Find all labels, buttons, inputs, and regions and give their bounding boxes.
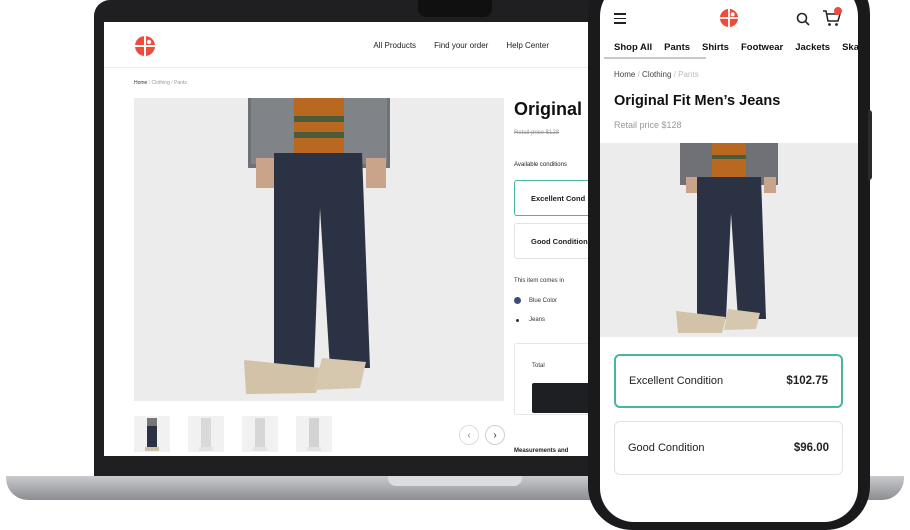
breadcrumb-home[interactable]: Home: [134, 80, 147, 86]
add-to-cart-button[interactable]: [532, 383, 594, 413]
desktop-nav: All Products Find your order Help Center: [373, 41, 549, 50]
breadcrumb-home[interactable]: Home: [614, 70, 635, 79]
nav-all-products[interactable]: All Products: [373, 41, 416, 50]
breadcrumb-pants[interactable]: Pants: [678, 70, 698, 79]
condition-label: Good Condition: [628, 442, 705, 454]
condition-price: $96.00: [793, 442, 829, 454]
condition-label: Excellent Condition: [629, 375, 724, 387]
product-hero-image: [134, 98, 504, 401]
breadcrumb: Home / Clothing / Pants: [134, 80, 187, 86]
breadcrumb: Home / Clothing / Pants: [614, 70, 699, 79]
tabs-scroll-indicator: [604, 57, 706, 59]
condition-good-option[interactable]: Good Condition $96.00: [614, 421, 843, 475]
laptop-camera-notch: [418, 0, 492, 17]
condition-label: Excellent Cond: [531, 193, 586, 203]
hamburger-menu-icon[interactable]: [614, 13, 626, 27]
condition-excellent-option[interactable]: Excellent Cond: [514, 180, 594, 216]
prev-arrow-icon[interactable]: ‹: [459, 425, 479, 445]
breadcrumb-clothing[interactable]: Clothing: [642, 70, 671, 79]
comes-in-label: This item comes in: [514, 278, 565, 284]
feature-blue-color: Blue Color: [514, 297, 557, 304]
category-tabs: Shop All Pants Shirts Footwear Jackets S…: [614, 42, 858, 53]
condition-good-option[interactable]: Good Condition: [514, 223, 594, 259]
product-hero-image: [600, 143, 858, 337]
feature-jeans: Jeans: [514, 317, 545, 323]
thumbnail-2[interactable]: [188, 416, 224, 452]
tab-shop-all[interactable]: Shop All: [614, 42, 652, 53]
measurements-heading: Measurements and: [514, 448, 569, 454]
header-divider: [104, 67, 594, 68]
product-title: Original: [514, 99, 583, 119]
breadcrumb-clothing[interactable]: Clothing: [152, 80, 170, 86]
breadcrumb-pants[interactable]: Pants: [174, 80, 187, 86]
desktop-page: All Products Find your order Help Center…: [104, 22, 594, 456]
available-conditions-label: Available conditions: [514, 162, 567, 168]
retail-price: Retail price $128: [514, 130, 560, 136]
carousel-controls: ‹ ›: [459, 425, 505, 445]
thumbnail-3[interactable]: [242, 416, 278, 452]
product-title: Original Fit Men’s Jeans: [614, 93, 781, 109]
cart-badge: [834, 7, 842, 15]
next-arrow-icon[interactable]: ›: [485, 425, 505, 445]
search-icon[interactable]: [795, 11, 811, 27]
laptop-trackpad-lip: [388, 476, 522, 486]
bullet-icon: [516, 318, 519, 322]
brand-logo-icon[interactable]: [719, 8, 739, 28]
tab-pants[interactable]: Pants: [664, 42, 690, 53]
nav-help-center[interactable]: Help Center: [506, 41, 549, 50]
brand-logo-icon[interactable]: [134, 35, 156, 57]
tab-jackets[interactable]: Jackets: [795, 42, 830, 53]
condition-label: Good Condition: [531, 236, 588, 246]
total-label: Total: [532, 363, 545, 369]
phone-side-button: [868, 110, 872, 180]
nav-find-order[interactable]: Find your order: [434, 41, 488, 50]
tab-footwear[interactable]: Footwear: [741, 42, 783, 53]
condition-price: $102.75: [786, 375, 828, 387]
tab-skate[interactable]: Skatel: [842, 42, 858, 53]
thumbnail-4[interactable]: [296, 416, 332, 452]
condition-excellent-option[interactable]: Excellent Condition $102.75: [614, 354, 843, 408]
mobile-page: Shop All Pants Shirts Footwear Jackets S…: [600, 0, 858, 522]
tab-shirts[interactable]: Shirts: [702, 42, 729, 53]
thumbnail-1[interactable]: [134, 416, 170, 452]
thumbnail-strip: [134, 416, 332, 452]
blue-dot-icon: [514, 297, 521, 304]
retail-price: Retail price $128: [614, 120, 682, 130]
